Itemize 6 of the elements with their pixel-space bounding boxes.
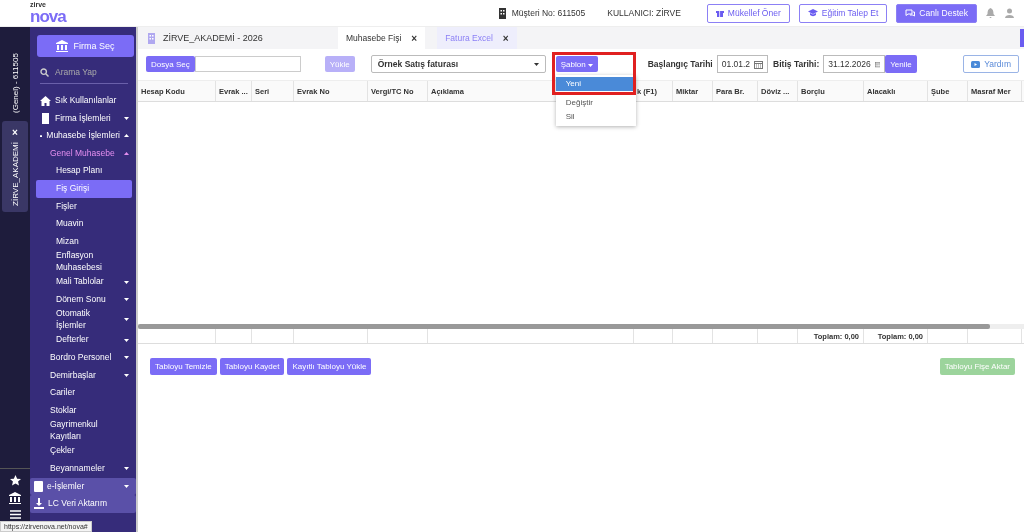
end-date-label: Bitiş Tarihi: [773,59,820,69]
company-label: (Genel) - 611505 [10,52,20,113]
user-label: KULLANICI: ZİRVE [607,8,681,18]
start-date-label: Başlangıç Tarihi [647,59,713,69]
customer-number: Müşteri No: 611505 [511,8,586,18]
company-title: ZİRVE_AKADEMİ - 2026 [163,33,263,43]
